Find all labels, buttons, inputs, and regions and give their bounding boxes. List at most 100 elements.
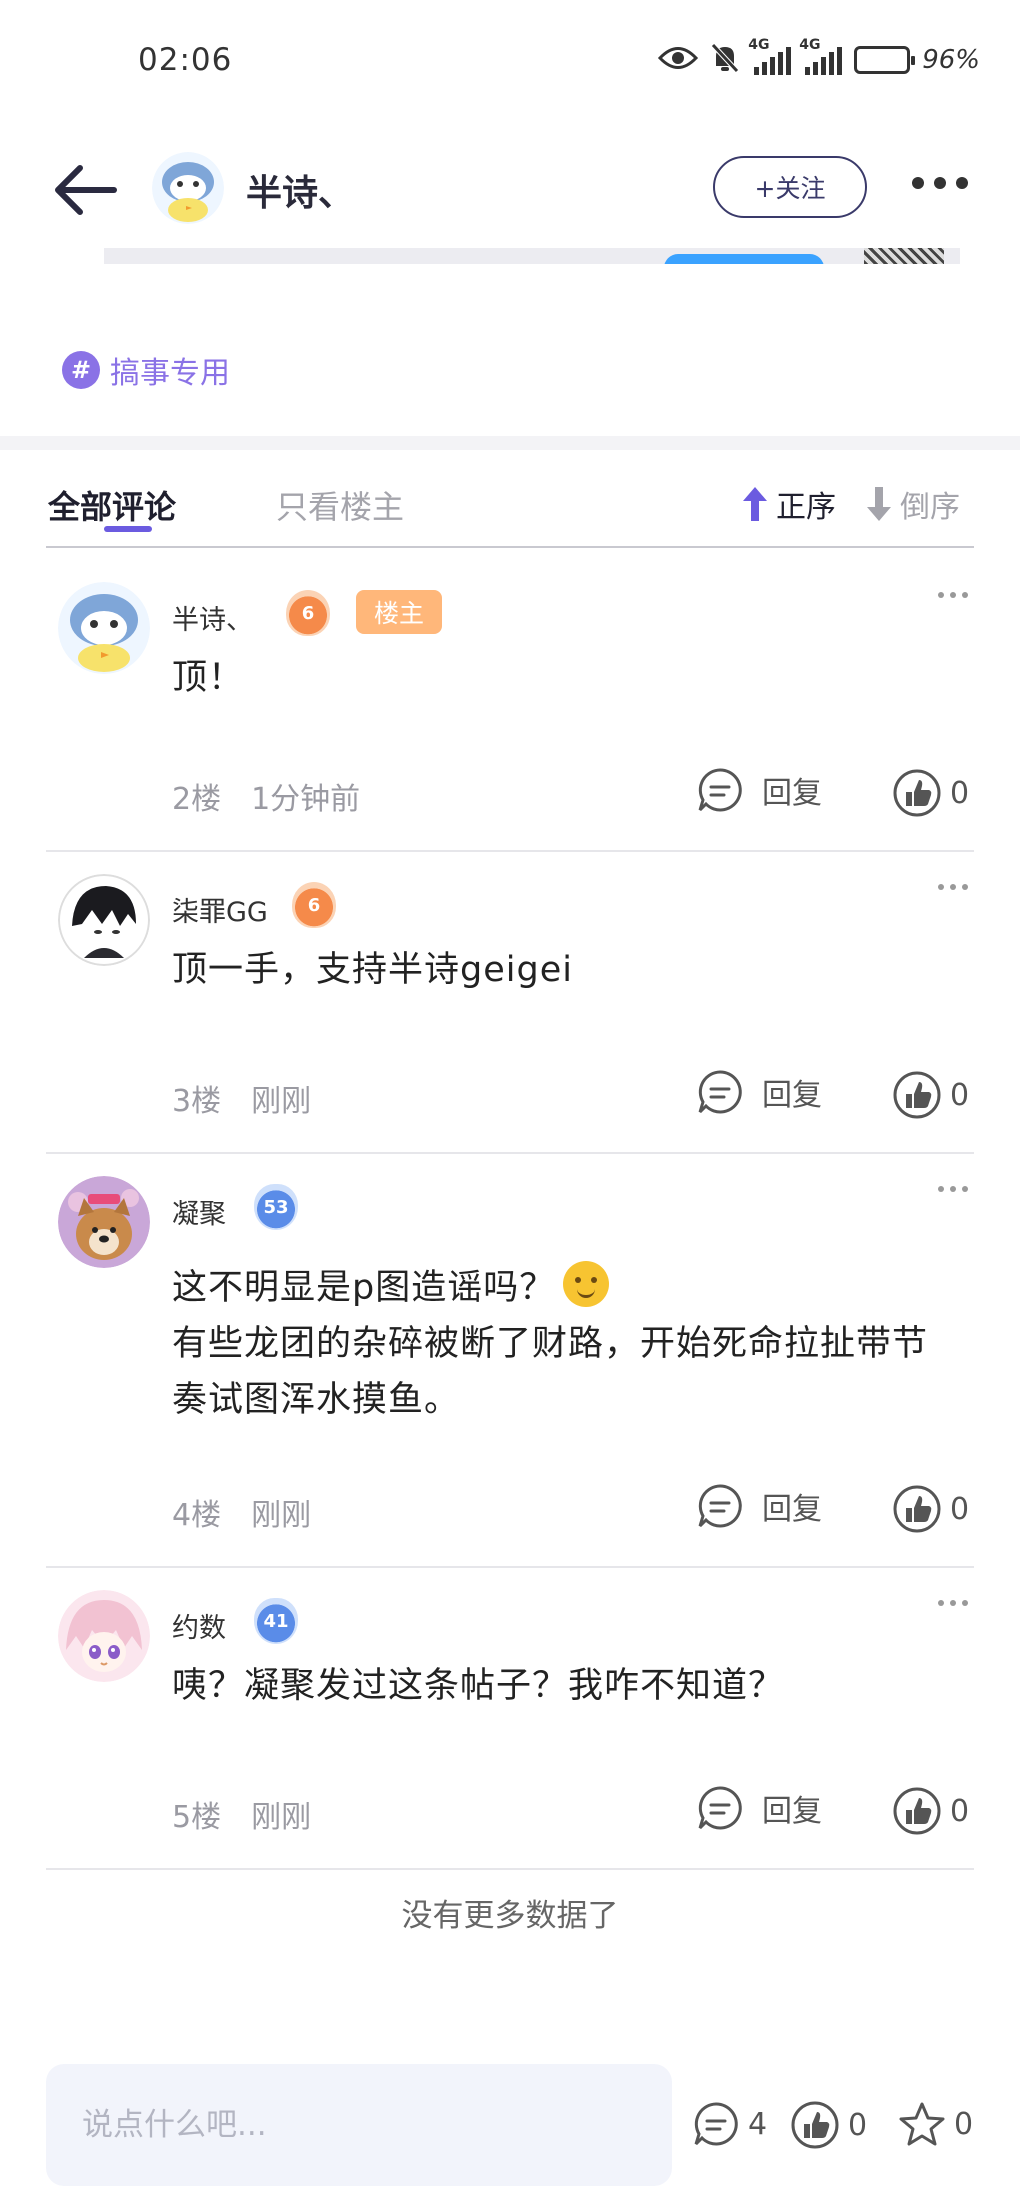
like-button[interactable]: 0 <box>892 1070 969 1120</box>
bell-muted-icon <box>710 42 740 78</box>
comment-text-line: 有些龙团的杂碎被断了财路，开始死命拉扯带节奏试图浑水摸鱼。 <box>172 1324 929 1420</box>
comment-text: 顶！ <box>172 658 245 698</box>
chat-bubble-icon <box>698 768 742 812</box>
commenter-avatar[interactable] <box>58 874 150 966</box>
like-button[interactable]: 0 <box>892 768 969 818</box>
comment-text: 咦？凝聚发过这条帖子？我咋不知道？ <box>172 1666 785 1706</box>
like-count: 0 <box>950 1491 970 1527</box>
thumbs-up-icon <box>893 1485 941 1533</box>
comment-more-button[interactable] <box>938 1186 968 1192</box>
like-count: 0 <box>950 775 970 811</box>
tab-all-comments[interactable]: 全部评论 <box>48 482 177 532</box>
commenter-name[interactable]: 半诗、 <box>172 598 253 637</box>
network-type: 4G <box>799 37 821 53</box>
chat-bubble-icon <box>694 2102 738 2146</box>
reply-button[interactable]: 回复 <box>696 1784 822 1832</box>
reply-button[interactable]: 回复 <box>696 1482 822 1530</box>
thinking-face-icon <box>563 1261 610 1307</box>
comment-more-button[interactable] <box>938 1600 968 1606</box>
level-badge: 6 <box>286 590 330 636</box>
floor-number: 5楼 <box>172 1800 222 1835</box>
tab-owner-only[interactable]: 只看楼主 <box>276 482 404 528</box>
arrow-down-icon <box>867 487 891 521</box>
level-badge: 41 <box>254 1598 298 1644</box>
comment-time: 刚刚 <box>251 1498 312 1533</box>
active-tab-indicator <box>104 526 152 532</box>
reply-label: 回复 <box>762 1492 822 1527</box>
reply-label: 回复 <box>762 1794 822 1829</box>
post-detail-page: 02:06 4G 4G 96% 半诗、 +关注 # 搞事专用 全部评论 只看楼主… <box>0 0 1020 2210</box>
comment-tabs: 全部评论 只看楼主 正序 倒序 <box>46 470 974 548</box>
sort-desc-label: 倒序 <box>900 490 960 525</box>
post-like-count: 0 <box>848 2107 868 2143</box>
floor-number: 2楼 <box>172 782 222 817</box>
commenter-name[interactable]: 凝聚 <box>172 1192 226 1231</box>
topic-tag[interactable]: # 搞事专用 <box>62 348 230 392</box>
bottom-action-bar: 4 0 0 <box>0 2060 1020 2190</box>
chat-bubble-icon <box>698 1484 742 1528</box>
comment-meta: 5楼 刚刚 <box>172 1792 311 1836</box>
comment-text: 顶一手，支持半诗geigei <box>172 950 573 990</box>
section-divider <box>0 436 1020 450</box>
comment-meta: 3楼 刚刚 <box>172 1076 311 1120</box>
post-image[interactable] <box>104 248 960 264</box>
comment-time: 刚刚 <box>251 1800 312 1835</box>
author-name[interactable]: 半诗、 <box>246 164 354 216</box>
thumbs-up-icon <box>791 2101 839 2149</box>
like-button[interactable]: 0 <box>892 1786 969 1836</box>
reply-label: 回复 <box>762 776 822 811</box>
commenter-name[interactable]: 约数 <box>172 1606 226 1645</box>
post-header: 半诗、 +关注 <box>0 130 1020 240</box>
comment-time: 刚刚 <box>251 1084 312 1119</box>
hashtag-icon: # <box>62 351 100 389</box>
floor-number: 3楼 <box>172 1084 222 1119</box>
sort-asc-label: 正序 <box>776 490 836 525</box>
status-time: 02:06 <box>138 42 233 78</box>
sort-descending-button[interactable]: 倒序 <box>864 482 960 526</box>
comment-meta: 2楼 1分钟前 <box>172 774 360 818</box>
comment-meta: 4楼 刚刚 <box>172 1490 311 1534</box>
comment-more-button[interactable] <box>938 592 968 598</box>
reply-button[interactable]: 回复 <box>696 1068 822 1116</box>
commenter-avatar[interactable] <box>58 1176 150 1268</box>
comment-input[interactable] <box>46 2064 672 2186</box>
like-count: 0 <box>950 1077 970 1113</box>
reply-button[interactable]: 回复 <box>696 766 822 814</box>
back-button[interactable] <box>50 160 120 220</box>
comment-item: 约数 41 咦？凝聚发过这条帖子？我咋不知道？ 5楼 刚刚 回复 0 <box>46 1568 974 1870</box>
signal-icon: 4G <box>799 37 843 75</box>
favorite-count: 0 <box>954 2106 974 2142</box>
battery-percent: 96% <box>922 45 980 75</box>
follow-button[interactable]: +关注 <box>713 156 867 218</box>
status-bar: 02:06 4G 4G 96% <box>0 0 1020 110</box>
author-avatar[interactable] <box>152 152 224 224</box>
topic-label: 搞事专用 <box>110 356 230 391</box>
commenter-avatar[interactable] <box>58 582 150 674</box>
comment-item: 半诗、 6 楼主 顶！ 2楼 1分钟前 回复 0 <box>46 560 974 852</box>
arrow-up-icon <box>743 487 767 521</box>
comment-text: 这不明显是p图造谣吗？ 有些龙团的杂碎被断了财路，开始死命拉扯带节奏试图浑水摸鱼… <box>172 1260 962 1428</box>
comment-item: 柒罪GG 6 顶一手，支持半诗geigei 3楼 刚刚 回复 0 <box>46 852 974 1154</box>
comment-time: 1分钟前 <box>251 782 361 817</box>
arrow-left-icon <box>55 165 117 215</box>
sort-ascending-button[interactable]: 正序 <box>740 482 836 526</box>
level-badge: 53 <box>254 1184 298 1230</box>
star-icon <box>899 2102 945 2146</box>
comment-item: 凝聚 53 这不明显是p图造谣吗？ 有些龙团的杂碎被断了财路，开始死命拉扯带节奏… <box>46 1154 974 1568</box>
more-options-button[interactable] <box>912 177 968 189</box>
post-like-button[interactable]: 0 <box>790 2100 867 2150</box>
status-icons: 4G 4G 96% <box>658 37 980 80</box>
owner-badge: 楼主 <box>356 590 442 634</box>
like-button[interactable]: 0 <box>892 1484 969 1534</box>
tab-label: 全部评论 <box>48 488 177 526</box>
commenter-avatar[interactable] <box>58 1590 150 1682</box>
comment-text-line: 这不明显是p图造谣吗？ <box>172 1260 962 1316</box>
network-type: 4G <box>748 37 770 53</box>
dot-icon <box>912 177 924 189</box>
commenter-name[interactable]: 柒罪GG <box>172 890 268 929</box>
chat-bubble-icon <box>698 1786 742 1830</box>
favorite-button[interactable]: 0 <box>898 2100 973 2148</box>
comment-count-button[interactable]: 4 <box>692 2100 767 2148</box>
comment-more-button[interactable] <box>938 884 968 890</box>
dot-icon <box>934 177 946 189</box>
